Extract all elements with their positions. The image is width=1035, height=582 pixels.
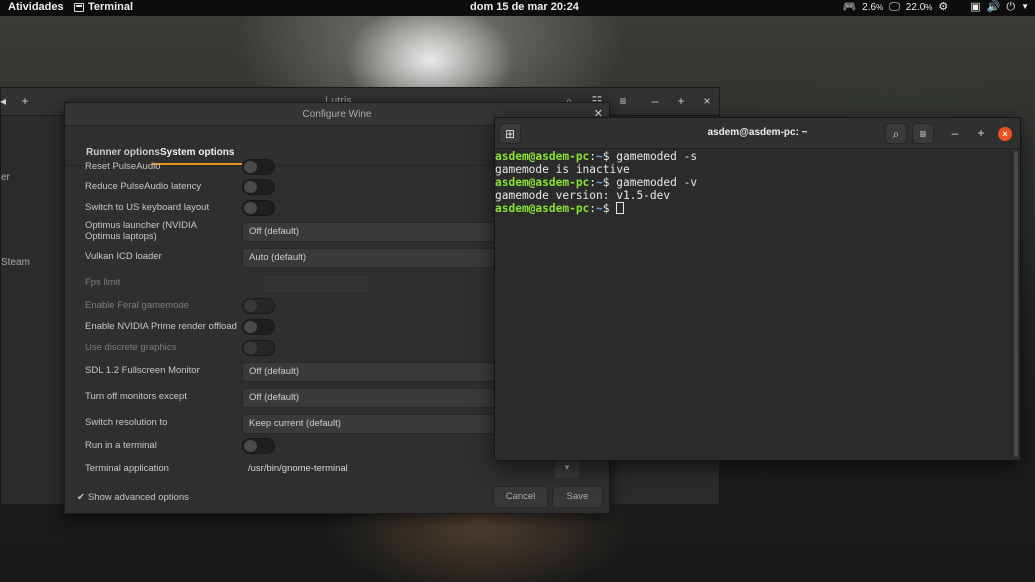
command-text: $ gamemoded -s	[602, 150, 698, 163]
reduce-pulseaudio-toggle[interactable]	[242, 179, 275, 195]
discrete-graphics-label: Use discrete graphics	[85, 342, 177, 353]
fps-limit-input[interactable]	[262, 274, 370, 294]
sidebar-item[interactable]: er	[1, 172, 10, 183]
chevron-down-icon[interactable]: ▼	[1021, 1, 1029, 13]
monitors-except-label: Turn off monitors except	[85, 391, 187, 402]
prompt-user: asdem@asdem-pc	[495, 202, 590, 215]
run-terminal-toggle[interactable]	[242, 438, 275, 454]
system-tray[interactable]: 🎮 2.6% 🖵 22.0% ⚙ ▣ 🔊 ⏻ ▼	[842, 1, 1029, 13]
prompt-user: asdem@asdem-pc	[495, 150, 590, 163]
prompt-path: ~	[596, 176, 603, 189]
cancel-button[interactable]: Cancel	[493, 486, 548, 508]
switch-resolution-select[interactable]: Keep current (default)	[242, 414, 502, 434]
tab-system-options[interactable]: System options	[152, 147, 243, 165]
cpu-value: 2.6	[862, 1, 877, 13]
save-button[interactable]: Save	[552, 486, 603, 508]
terminal-application-label: Terminal application	[85, 463, 169, 474]
fps-limit-label: Fps limit	[85, 277, 121, 288]
nvidia-prime-label: Enable NVIDIA Prime render offload	[85, 321, 237, 332]
gamepad-icon[interactable]: 🎮	[842, 1, 856, 13]
minimize-icon[interactable]: –	[944, 123, 966, 144]
tab-runner-options[interactable]: Runner options	[86, 147, 160, 158]
reset-pulseaudio-toggle[interactable]	[242, 159, 275, 175]
terminal-header: ⊞ asdem@asdem-pc: ~ ⌕ ≡ – + ×	[495, 118, 1020, 149]
terminal-line: asdem@asdem-pc:~$ gamemoded -v	[495, 176, 1012, 189]
dialog-footer: ✔ Show advanced options Cancel Save	[65, 483, 609, 513]
power-icon[interactable]: ⏻	[1006, 1, 1015, 13]
maximize-icon[interactable]: +	[671, 91, 691, 111]
terminal-line: asdem@asdem-pc:~$ gamemoded -s	[495, 150, 1012, 163]
terminal-line: asdem@asdem-pc:~$	[495, 202, 1012, 215]
reset-pulseaudio-label: Reset PulseAudio	[85, 161, 161, 172]
terminal-line: gamemode version: v1.5-dev	[495, 189, 671, 202]
monitors-except-select[interactable]: Off (default)	[242, 388, 502, 408]
terminal-output[interactable]: asdem@asdem-pc:~$ gamemoded -s gamemode …	[495, 149, 1012, 460]
command-text: $ gamemoded -v	[602, 176, 698, 189]
top-bar: Atividades Terminal dom 15 de mar 20:24 …	[0, 0, 1035, 16]
menu-icon[interactable]: ≡	[912, 123, 934, 144]
memory-value: 22.0	[905, 1, 926, 13]
prompt-path: ~	[596, 202, 603, 215]
feral-gamemode-label: Enable Feral gamemode	[85, 300, 190, 311]
command-text: $	[602, 202, 617, 215]
volume-icon[interactable]: 🔊	[987, 1, 1001, 13]
optimus-select[interactable]: Off (default)	[242, 222, 502, 242]
show-advanced-toggle[interactable]: ✔ Show advanced options	[77, 492, 189, 503]
chevron-down-icon[interactable]: ▼	[555, 458, 579, 478]
terminal-line: gamemode is inactive	[495, 163, 630, 176]
activities-button[interactable]: Atividades	[8, 1, 64, 13]
prompt-path: ~	[596, 150, 603, 163]
close-icon[interactable]: ×	[697, 91, 717, 111]
us-keyboard-label: Switch to US keyboard layout	[85, 202, 210, 213]
terminal-window: ⊞ asdem@asdem-pc: ~ ⌕ ≡ – + × asdem@asde…	[494, 117, 1021, 461]
text-cursor	[616, 202, 625, 214]
terminal-icon	[74, 2, 84, 12]
display-icon[interactable]: ▣	[970, 1, 980, 13]
maximize-icon[interactable]: +	[970, 123, 992, 144]
add-icon[interactable]: +	[15, 91, 35, 111]
close-icon[interactable]: ×	[998, 127, 1012, 141]
gear-icon[interactable]: ⚙	[938, 1, 948, 13]
show-advanced-label: Show advanced options	[87, 492, 189, 503]
terminal-application-value[interactable]: /usr/bin/gnome-terminal	[248, 463, 348, 474]
memory-unit: %	[925, 2, 933, 12]
cpu-indicator[interactable]: 2.6%	[862, 2, 883, 13]
discrete-graphics-toggle[interactable]	[242, 340, 275, 356]
search-icon[interactable]: ⌕	[885, 123, 907, 144]
terminal-title: asdem@asdem-pc: ~	[707, 127, 808, 138]
sdl-monitor-select[interactable]: Off (default)	[242, 362, 502, 382]
sdl-monitor-label: SDL 1.2 Fullscreen Monitor	[85, 365, 200, 376]
app-menu[interactable]: Terminal	[74, 1, 133, 13]
cpu-unit: %	[876, 2, 884, 12]
optimus-label: Optimus launcher (NVIDIA Optimus laptops…	[85, 220, 197, 242]
dialog-title: Configure Wine	[302, 109, 372, 120]
checkmark-icon: ✔	[77, 492, 85, 503]
back-icon[interactable]: ◂	[0, 91, 13, 111]
terminal-scrollbar[interactable]	[1014, 151, 1018, 457]
switch-resolution-label: Switch resolution to	[85, 417, 168, 428]
app-menu-label: Terminal	[88, 1, 134, 13]
memory-indicator[interactable]: 22.0%	[906, 2, 933, 13]
prompt-user: asdem@asdem-pc	[495, 176, 590, 189]
feral-gamemode-toggle[interactable]	[242, 298, 275, 314]
minimize-icon[interactable]: –	[645, 91, 665, 111]
monitor-icon: 🖵	[889, 1, 900, 13]
vulkan-select[interactable]: Auto (default)	[242, 248, 502, 268]
reduce-pulseaudio-label: Reduce PulseAudio latency	[85, 181, 202, 192]
nvidia-prime-toggle[interactable]	[242, 319, 275, 335]
menu-icon[interactable]: ≡	[613, 91, 633, 111]
us-keyboard-toggle[interactable]	[242, 200, 275, 216]
vulkan-label: Vulkan ICD loader	[85, 251, 162, 262]
run-terminal-label: Run in a terminal	[85, 440, 157, 451]
clock[interactable]: dom 15 de mar 20:24	[470, 1, 579, 13]
sidebar-item-steam[interactable]: Steam	[1, 257, 30, 268]
